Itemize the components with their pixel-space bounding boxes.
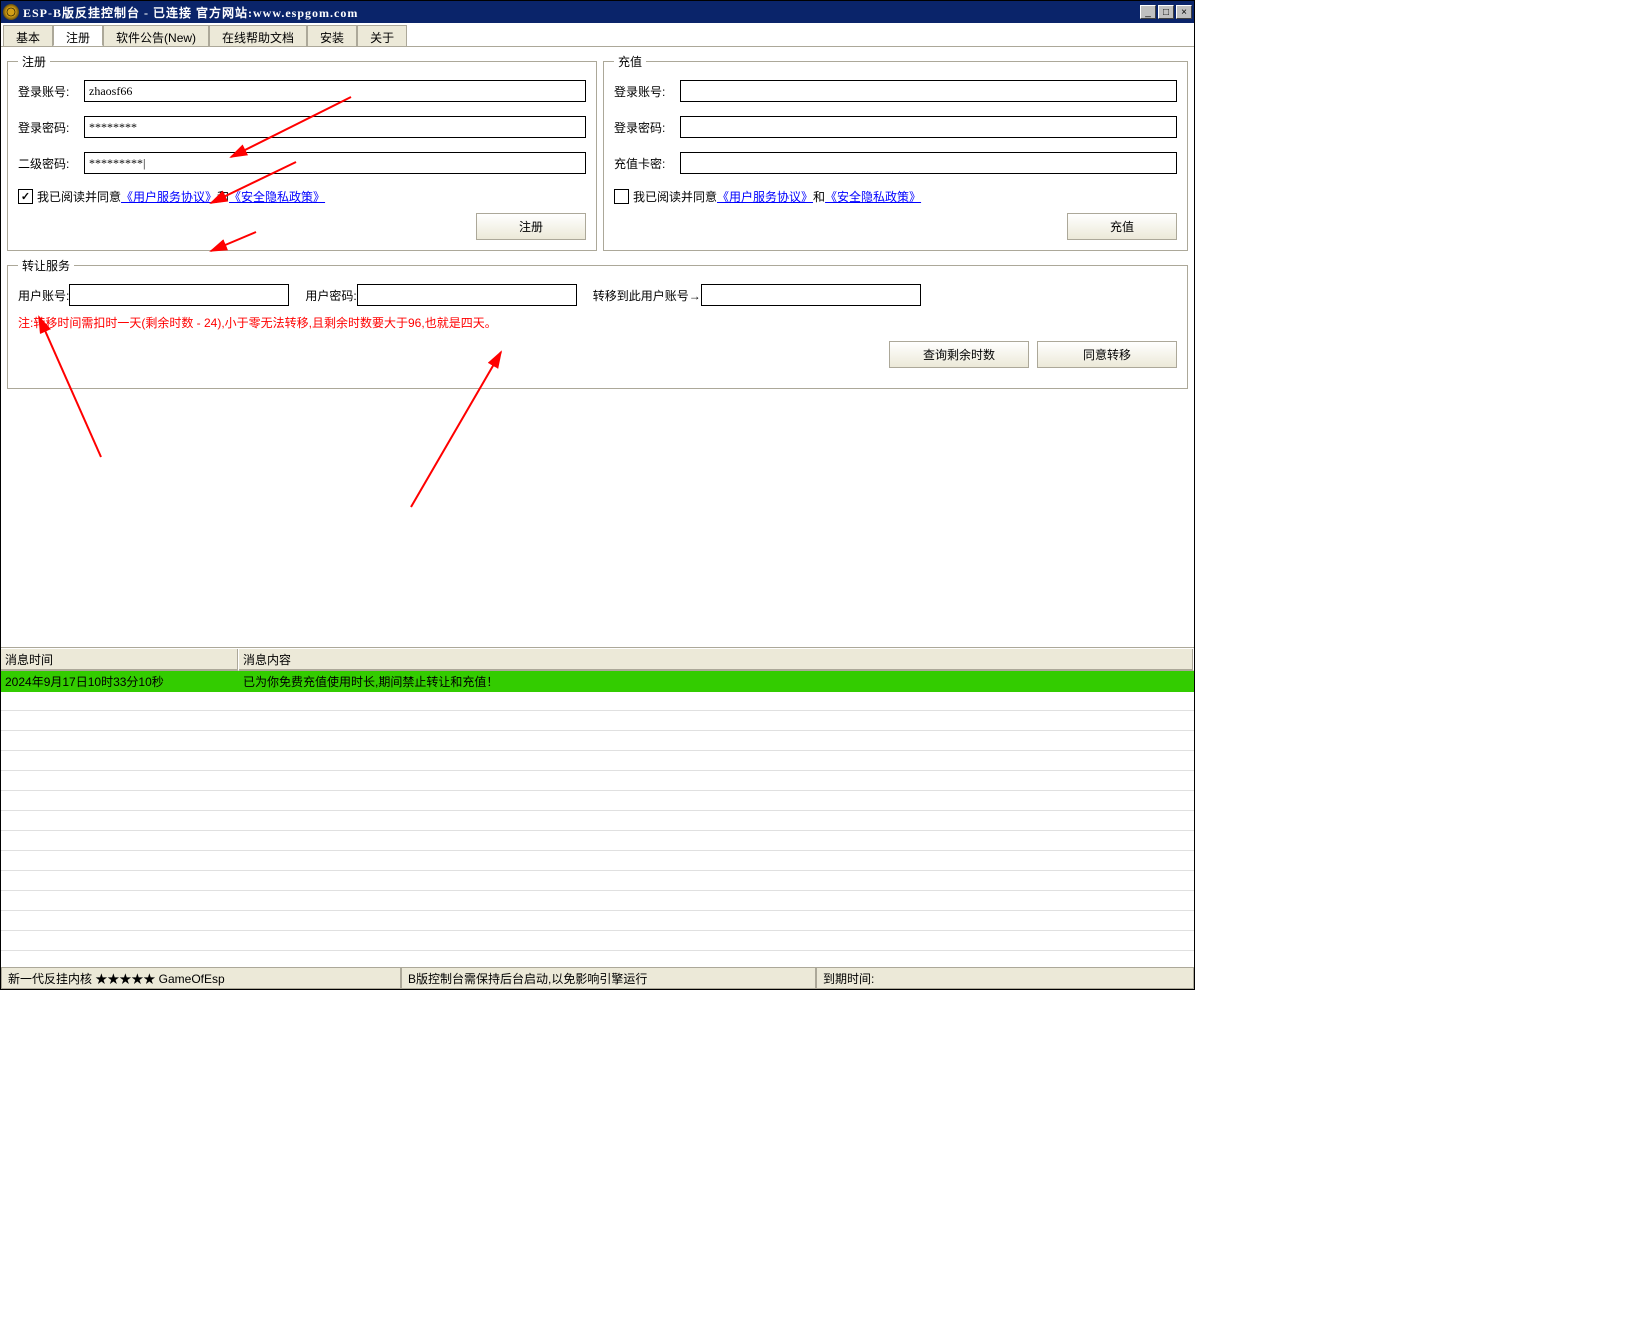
recharge-button[interactable]: 充值	[1067, 213, 1177, 240]
app-window: ESP-B版反挂控制台 - 已连接 官方网站:www.espgom.com _ …	[0, 0, 1195, 990]
transfer-legend: 转让服务	[18, 257, 74, 274]
recharge-legend: 充值	[614, 53, 646, 70]
recharge-account-label: 登录账号:	[614, 83, 680, 100]
status-pane-1: 新一代反挂内核 ★★★★★ GameOfEsp	[1, 968, 401, 989]
titlebar: ESP-B版反挂控制台 - 已连接 官方网站:www.espgom.com _ …	[1, 1, 1194, 23]
message-time-cell: 2024年9月17日10时33分10秒	[1, 671, 239, 692]
transfer-user-input[interactable]	[69, 284, 289, 306]
register-password-label: 登录密码:	[18, 119, 84, 136]
recharge-card-input[interactable]	[680, 152, 1177, 174]
register-agree-checkbox[interactable]	[18, 189, 33, 204]
register-agree-text: 我已阅读并同意	[37, 188, 121, 205]
message-header: 消息时间 消息内容	[1, 648, 1194, 671]
register-tos-link[interactable]: 《用户服务协议》	[121, 188, 217, 205]
message-time-header[interactable]: 消息时间	[1, 649, 239, 671]
tab-bar: 基本 注册 软件公告(New) 在线帮助文档 安装 关于	[1, 23, 1194, 47]
register-secondpw-input[interactable]	[84, 152, 586, 174]
message-area: 消息时间 消息内容 2024年9月17日10时33分10秒 已为你免费充值使用时…	[1, 647, 1194, 967]
recharge-agree-checkbox[interactable]	[614, 189, 629, 204]
transfer-pw-label: 用户密码:	[305, 287, 356, 304]
tab-install[interactable]: 安装	[307, 25, 357, 46]
message-row[interactable]: 2024年9月17日10时33分10秒 已为你免费充值使用时长,期间禁止转让和充…	[1, 671, 1194, 691]
status-pane-2: B版控制台需保持后台启动,以免影响引擎运行	[401, 968, 816, 989]
register-and: 和	[217, 188, 229, 205]
transfer-pw-input[interactable]	[357, 284, 577, 306]
recharge-account-input[interactable]	[680, 80, 1177, 102]
recharge-password-label: 登录密码:	[614, 119, 680, 136]
recharge-tos-link[interactable]: 《用户服务协议》	[717, 188, 813, 205]
recharge-privacy-link[interactable]: 《安全隐私政策》	[825, 188, 921, 205]
recharge-password-input[interactable]	[680, 116, 1177, 138]
recharge-fieldset: 充值 登录账号: 登录密码: 充值卡密: 我已阅读并同意 《用户服务协议》	[603, 53, 1188, 251]
tab-help[interactable]: 在线帮助文档	[209, 25, 307, 46]
tab-notice[interactable]: 软件公告(New)	[103, 25, 209, 46]
register-fieldset: 注册 登录账号: 登录密码: 二级密码: 我已阅读并同意 《用户服务协议》	[7, 53, 597, 251]
register-privacy-link[interactable]: 《安全隐私政策》	[229, 188, 325, 205]
maximize-button[interactable]: □	[1158, 5, 1174, 19]
status-pane-3: 到期时间:	[816, 968, 1194, 989]
register-account-label: 登录账号:	[18, 83, 84, 100]
register-button[interactable]: 注册	[476, 213, 586, 240]
recharge-card-label: 充值卡密:	[614, 155, 680, 172]
transfer-target-input[interactable]	[701, 284, 921, 306]
content-area: 注册 登录账号: 登录密码: 二级密码: 我已阅读并同意 《用户服务协议》	[1, 47, 1194, 647]
message-content-cell: 已为你免费充值使用时长,期间禁止转让和充值！	[239, 671, 1194, 692]
recharge-and: 和	[813, 188, 825, 205]
transfer-target-label: 转移到此用户账号→	[593, 287, 701, 304]
statusbar: 新一代反挂内核 ★★★★★ GameOfEsp B版控制台需保持后台启动,以免影…	[1, 967, 1194, 989]
register-account-input[interactable]	[84, 80, 586, 102]
message-body[interactable]: 2024年9月17日10时33分10秒 已为你免费充值使用时长,期间禁止转让和充…	[1, 671, 1194, 967]
message-content-header[interactable]: 消息内容	[239, 649, 1194, 671]
minimize-button[interactable]: _	[1140, 5, 1156, 19]
tab-about[interactable]: 关于	[357, 25, 407, 46]
app-icon	[3, 4, 19, 20]
agree-transfer-button[interactable]: 同意转移	[1037, 341, 1177, 368]
query-hours-button[interactable]: 查询剩余时数	[889, 341, 1029, 368]
transfer-fieldset: 转让服务 用户账号: 用户密码: 转移到此用户账号→ 注:转移时间需扣时一天(剩…	[7, 257, 1188, 389]
recharge-agree-text: 我已阅读并同意	[633, 188, 717, 205]
register-legend: 注册	[18, 53, 50, 70]
close-button[interactable]: ×	[1176, 5, 1192, 19]
register-secondpw-label: 二级密码:	[18, 155, 84, 172]
tab-register[interactable]: 注册	[53, 25, 103, 46]
register-password-input[interactable]	[84, 116, 586, 138]
transfer-note: 注:转移时间需扣时一天(剩余时数 - 24),小于零无法转移,且剩余时数要大于9…	[18, 314, 1177, 331]
tab-basic[interactable]: 基本	[3, 25, 53, 46]
titlebar-text: ESP-B版反挂控制台 - 已连接 官方网站:www.espgom.com	[23, 4, 358, 21]
transfer-user-label: 用户账号:	[18, 287, 69, 304]
